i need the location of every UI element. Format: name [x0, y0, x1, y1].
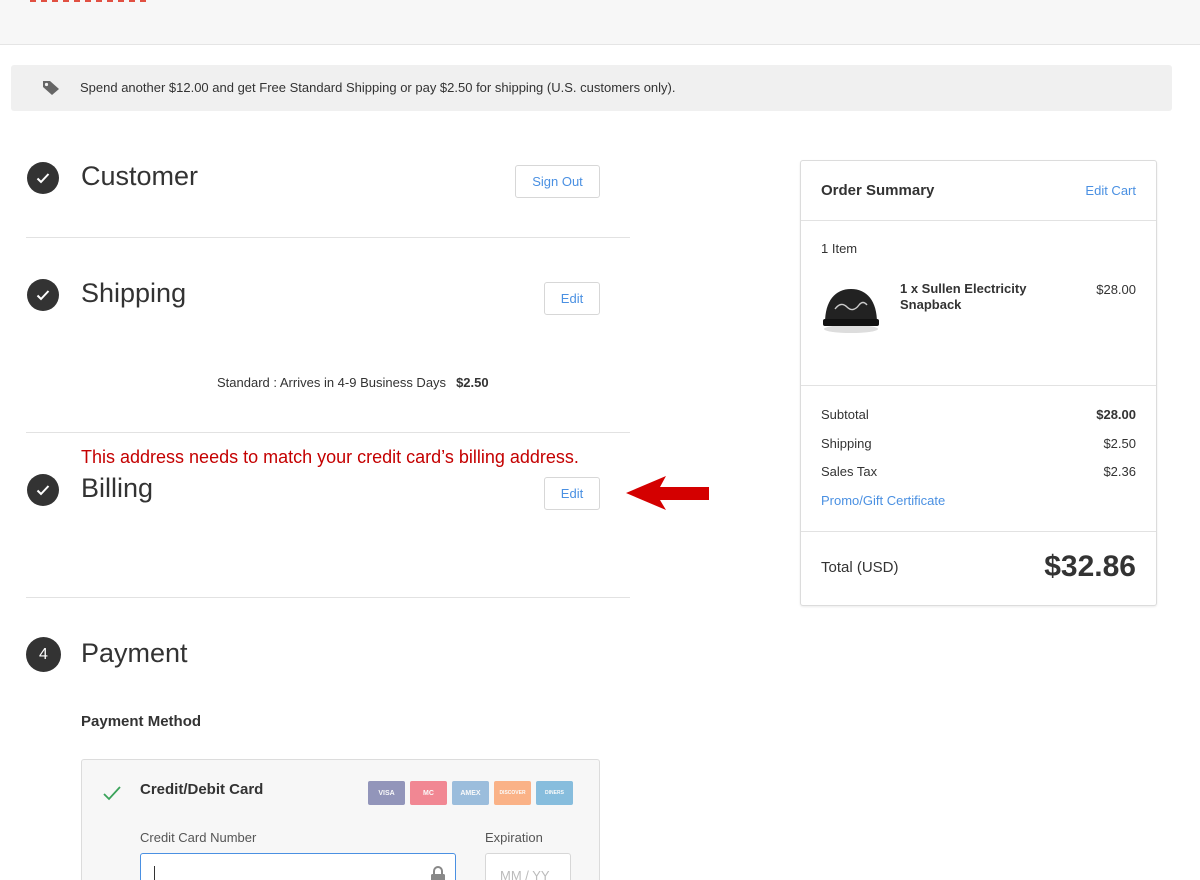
brand-logo-fragment[interactable]: [30, 0, 150, 2]
billing-complete-check-icon: [27, 474, 59, 506]
step-divider: [26, 237, 630, 238]
red-arrow-annotation-icon: [626, 476, 709, 510]
order-summary-panel: Order Summary Edit Cart 1 Item 1 x Sulle…: [800, 160, 1157, 606]
total-value: $32.86: [1044, 550, 1136, 583]
product-thumbnail-cap-icon: [823, 289, 879, 333]
visa-logo-icon: VISA: [368, 781, 405, 805]
credit-card-number-input[interactable]: [140, 853, 456, 880]
site-header: [0, 0, 1200, 45]
promo-gift-certificate-link[interactable]: Promo/Gift Certificate: [821, 493, 945, 508]
credit-card-option[interactable]: Credit/Debit Card VISA MC AMEX DISCOVER …: [81, 759, 600, 880]
payment-method-label: Payment Method: [81, 713, 202, 730]
card-logos: VISA MC AMEX DISCOVER DINERS: [368, 781, 573, 805]
sales-tax-value: $2.36: [1103, 464, 1136, 479]
shipping-complete-check-icon: [27, 279, 59, 311]
cart-item-price: $28.00: [1096, 282, 1136, 297]
diners-logo-icon: DINERS: [536, 781, 573, 805]
sales-tax-label: Sales Tax: [821, 464, 878, 479]
discover-logo-icon: DISCOVER: [494, 781, 531, 805]
billing-step-title: Billing: [81, 473, 154, 503]
shipping-step-title: Shipping: [81, 278, 187, 308]
lock-icon: [431, 866, 445, 880]
shipping-method-price: $2.50: [456, 375, 489, 390]
step-divider: [26, 597, 630, 598]
summary-divider: [801, 220, 1156, 221]
edit-shipping-button[interactable]: Edit: [544, 282, 600, 315]
edit-billing-button[interactable]: Edit: [544, 477, 600, 510]
mastercard-logo-icon: MC: [410, 781, 447, 805]
customer-step-title: Customer: [81, 161, 199, 191]
summary-divider: [801, 531, 1156, 532]
total-label: Total (USD): [821, 559, 899, 576]
expiration-input[interactable]: MM / YY: [485, 853, 571, 880]
customer-complete-check-icon: [27, 162, 59, 194]
edit-cart-link[interactable]: Edit Cart: [1085, 183, 1136, 198]
subtotal-value: $28.00: [1096, 407, 1136, 422]
banner-text: Spend another $12.00 and get Free Standa…: [80, 80, 676, 95]
sign-out-button[interactable]: Sign Out: [515, 165, 600, 198]
billing-address-warning: This address needs to match your credit …: [81, 447, 579, 467]
credit-card-number-label: Credit Card Number: [140, 830, 257, 845]
payment-step-title: Payment: [81, 638, 188, 668]
summary-divider: [801, 385, 1156, 386]
item-count: 1 Item: [821, 241, 858, 256]
shipping-promo-banner: Spend another $12.00 and get Free Standa…: [11, 65, 1172, 111]
subtotal-label: Subtotal: [821, 407, 869, 422]
selected-check-icon: [103, 786, 121, 801]
shipping-method-text: Standard : Arrives in 4-9 Business Days: [217, 375, 447, 390]
text-cursor: [154, 866, 155, 880]
payment-step-number: 4: [26, 637, 61, 672]
cart-item-name: 1 x Sullen Electricity Snapback: [900, 281, 1027, 312]
amex-logo-icon: AMEX: [452, 781, 489, 805]
shipping-cost-value: $2.50: [1103, 436, 1136, 451]
expiration-label: Expiration: [485, 830, 543, 845]
credit-card-option-title: Credit/Debit Card: [140, 781, 264, 798]
step-divider: [26, 432, 630, 433]
shipping-method-summary: Standard : Arrives in 4-9 Business Days $…: [217, 375, 489, 390]
shipping-cost-label: Shipping: [821, 436, 872, 451]
order-summary-title: Order Summary: [821, 182, 935, 199]
tag-icon: [43, 81, 59, 95]
